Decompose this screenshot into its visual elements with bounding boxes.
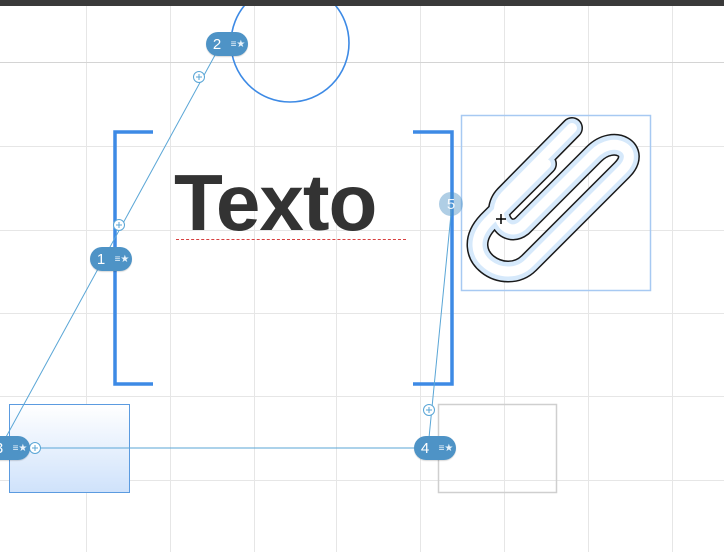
marker-number: 5 bbox=[446, 195, 456, 213]
circle-shape[interactable] bbox=[230, 6, 350, 103]
marker-number: 3 bbox=[0, 440, 10, 457]
marker-3[interactable]: 3 ≡★ bbox=[0, 436, 30, 460]
handle-plus-icon[interactable] bbox=[29, 442, 41, 454]
paperclip-icon[interactable] bbox=[466, 117, 640, 283]
marker-number: 2 bbox=[212, 35, 222, 53]
text-shape[interactable]: Texto bbox=[174, 158, 377, 248]
right-bracket-shape[interactable] bbox=[413, 130, 454, 386]
handle-plus-icon[interactable] bbox=[113, 219, 125, 231]
spellcheck-underline bbox=[176, 239, 406, 240]
handle-plus-icon[interactable] bbox=[193, 71, 205, 83]
canvas-svg bbox=[0, 6, 724, 552]
gray-box[interactable] bbox=[437, 403, 558, 494]
marker-number: 4 bbox=[420, 439, 430, 457]
marker-2[interactable]: 2 ≡★ bbox=[206, 32, 248, 56]
handle-plus-icon[interactable] bbox=[423, 404, 435, 416]
star-icon: ≡★ bbox=[114, 253, 130, 265]
star-icon: ≡★ bbox=[438, 442, 454, 454]
marker-1[interactable]: 1 ≡★ bbox=[90, 247, 132, 271]
star-icon: ≡★ bbox=[12, 442, 28, 454]
star-icon: ≡★ bbox=[230, 38, 246, 50]
marker-number: 1 bbox=[96, 250, 106, 268]
drawing-canvas[interactable]: Texto 2 ≡★ 1 ≡★ 3 ≡★ 4 ≡★ 5 bbox=[0, 6, 724, 552]
marker-4[interactable]: 4 ≡★ bbox=[414, 436, 456, 460]
marker-5[interactable]: 5 bbox=[439, 192, 463, 216]
